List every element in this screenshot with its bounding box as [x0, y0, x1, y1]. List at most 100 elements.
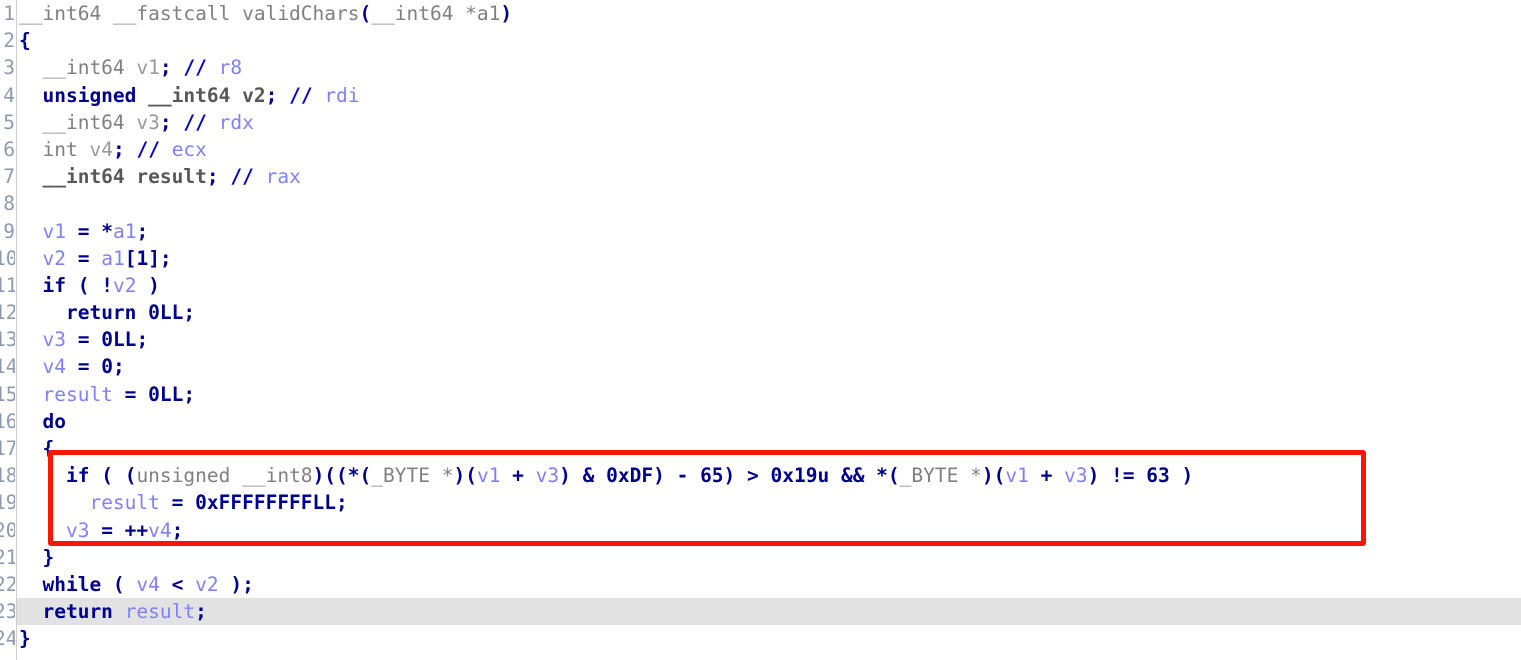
- code-token[interactable]: __int8: [242, 464, 312, 487]
- code-token[interactable]: a1: [113, 220, 136, 243]
- code-line-text[interactable]: __int64 v3; // rdx: [17, 109, 253, 136]
- code-token[interactable]: v3: [42, 328, 65, 351]
- code-token[interactable]: [277, 84, 289, 107]
- code-token[interactable]: ];: [148, 247, 171, 270]
- code-token[interactable]: result: [89, 491, 159, 514]
- code-line-text[interactable]: if ( !v2 ): [17, 272, 159, 299]
- code-line[interactable]: 5 __int64 v3; // rdx: [0, 109, 1521, 136]
- code-token[interactable]: [19, 464, 66, 487]
- code-token[interactable]: [19, 220, 42, 243]
- code-line[interactable]: 22 while ( v4 < v2 );: [0, 571, 1521, 598]
- code-line[interactable]: 14 v4 = 0;: [0, 353, 1521, 380]
- code-token[interactable]: __int64: [371, 2, 453, 25]
- code-token[interactable]: ) -: [653, 464, 700, 487]
- code-token[interactable]: [19, 491, 89, 514]
- code-token[interactable]: ecx: [172, 138, 207, 161]
- code-token[interactable]: int: [42, 138, 77, 161]
- code-token[interactable]: [101, 2, 113, 25]
- code-token[interactable]: //: [230, 165, 253, 188]
- code-token[interactable]: (: [125, 464, 137, 487]
- code-token[interactable]: v4: [89, 138, 112, 161]
- code-line-text[interactable]: v3 = 0LL;: [17, 326, 148, 353]
- code-line[interactable]: 19 result = 0xFFFFFFFFLL;: [0, 489, 1521, 516]
- code-token[interactable]: *: [453, 2, 477, 25]
- code-token[interactable]: v1: [1005, 464, 1028, 487]
- code-token[interactable]: 1: [136, 247, 148, 270]
- code-token[interactable]: 0LL: [101, 328, 136, 351]
- code-token[interactable]: 0LL: [148, 383, 183, 406]
- code-token[interactable]: v2: [242, 84, 265, 107]
- code-token[interactable]: [113, 600, 125, 623]
- code-token[interactable]: [19, 328, 42, 351]
- code-token[interactable]: [219, 165, 231, 188]
- code-line-text[interactable]: result = 0xFFFFFFFFLL;: [17, 489, 347, 516]
- code-token[interactable]: [207, 56, 219, 79]
- code-token[interactable]: =: [160, 491, 195, 514]
- code-token[interactable]: [125, 56, 137, 79]
- code-token[interactable]: return: [66, 301, 136, 324]
- code-token[interactable]: ) >: [724, 464, 771, 487]
- code-line-text[interactable]: }: [17, 625, 31, 652]
- code-line[interactable]: 20 v3 = ++v4;: [0, 517, 1521, 544]
- code-token[interactable]: && *(: [829, 464, 900, 487]
- code-line-text[interactable]: return result;: [17, 598, 207, 625]
- code-token[interactable]: ;: [183, 383, 195, 406]
- code-token[interactable]: +: [1029, 464, 1064, 487]
- code-token[interactable]: [19, 410, 42, 433]
- code-token[interactable]: [313, 84, 325, 107]
- code-token[interactable]: [: [125, 247, 137, 270]
- code-token[interactable]: ;: [136, 220, 148, 243]
- code-token[interactable]: [254, 165, 266, 188]
- code-token[interactable]: (: [66, 274, 101, 297]
- code-token[interactable]: }: [42, 546, 54, 569]
- code-token[interactable]: __int64: [42, 56, 124, 79]
- code-token[interactable]: v3: [66, 519, 89, 542]
- code-token[interactable]: [19, 138, 42, 161]
- code-line[interactable]: 7 __int64 result; // rax: [0, 163, 1521, 190]
- code-line[interactable]: 2{: [0, 27, 1521, 54]
- code-token[interactable]: 0x19u: [771, 464, 830, 487]
- code-token[interactable]: rdi: [324, 84, 359, 107]
- code-token[interactable]: ;: [183, 301, 195, 324]
- code-token[interactable]: {: [19, 29, 31, 52]
- code-token[interactable]: ;: [113, 138, 125, 161]
- code-line[interactable]: 10 v2 = a1[1];: [0, 245, 1521, 272]
- code-token[interactable]: v3: [1064, 464, 1087, 487]
- code-token[interactable]: [125, 111, 137, 134]
- code-token[interactable]: [958, 464, 970, 487]
- code-token[interactable]: ;: [136, 328, 148, 351]
- code-token[interactable]: =: [66, 328, 101, 351]
- code-token[interactable]: do: [42, 410, 65, 433]
- code-line-text[interactable]: unsigned __int64 v2; // rdi: [17, 82, 359, 109]
- code-line[interactable]: 21 }: [0, 544, 1521, 571]
- code-token[interactable]: =: [113, 383, 148, 406]
- code-token[interactable]: v4: [136, 573, 159, 596]
- code-token[interactable]: __int64: [19, 2, 101, 25]
- code-line-text[interactable]: __int64 __fastcall validChars(__int64 *a…: [17, 0, 512, 27]
- code-token[interactable]: result: [42, 383, 112, 406]
- code-token[interactable]: (: [360, 2, 372, 25]
- code-token[interactable]: v4: [42, 355, 65, 378]
- code-token[interactable]: [19, 111, 42, 134]
- code-token[interactable]: [230, 2, 242, 25]
- code-token[interactable]: __int64: [148, 84, 230, 107]
- code-token[interactable]: [19, 573, 42, 596]
- code-line-text[interactable]: __int64 v1; // r8: [17, 54, 242, 81]
- code-token[interactable]: return: [42, 600, 112, 623]
- code-token[interactable]: r8: [219, 56, 242, 79]
- code-token[interactable]: //: [136, 138, 159, 161]
- code-token[interactable]: //: [183, 56, 206, 79]
- code-token[interactable]: v2: [113, 274, 136, 297]
- code-line-text[interactable]: }: [17, 544, 54, 571]
- code-token[interactable]: ;: [266, 84, 278, 107]
- code-token[interactable]: ) &: [559, 464, 606, 487]
- code-token[interactable]: 65: [700, 464, 723, 487]
- code-token[interactable]: [19, 301, 66, 324]
- code-token[interactable]: [19, 519, 66, 542]
- code-token[interactable]: v1: [42, 220, 65, 243]
- code-token[interactable]: <: [160, 573, 195, 596]
- code-token[interactable]: ;: [207, 165, 219, 188]
- code-token[interactable]: ;: [195, 600, 207, 623]
- code-token[interactable]: [19, 383, 42, 406]
- code-token[interactable]: 0LL: [148, 301, 183, 324]
